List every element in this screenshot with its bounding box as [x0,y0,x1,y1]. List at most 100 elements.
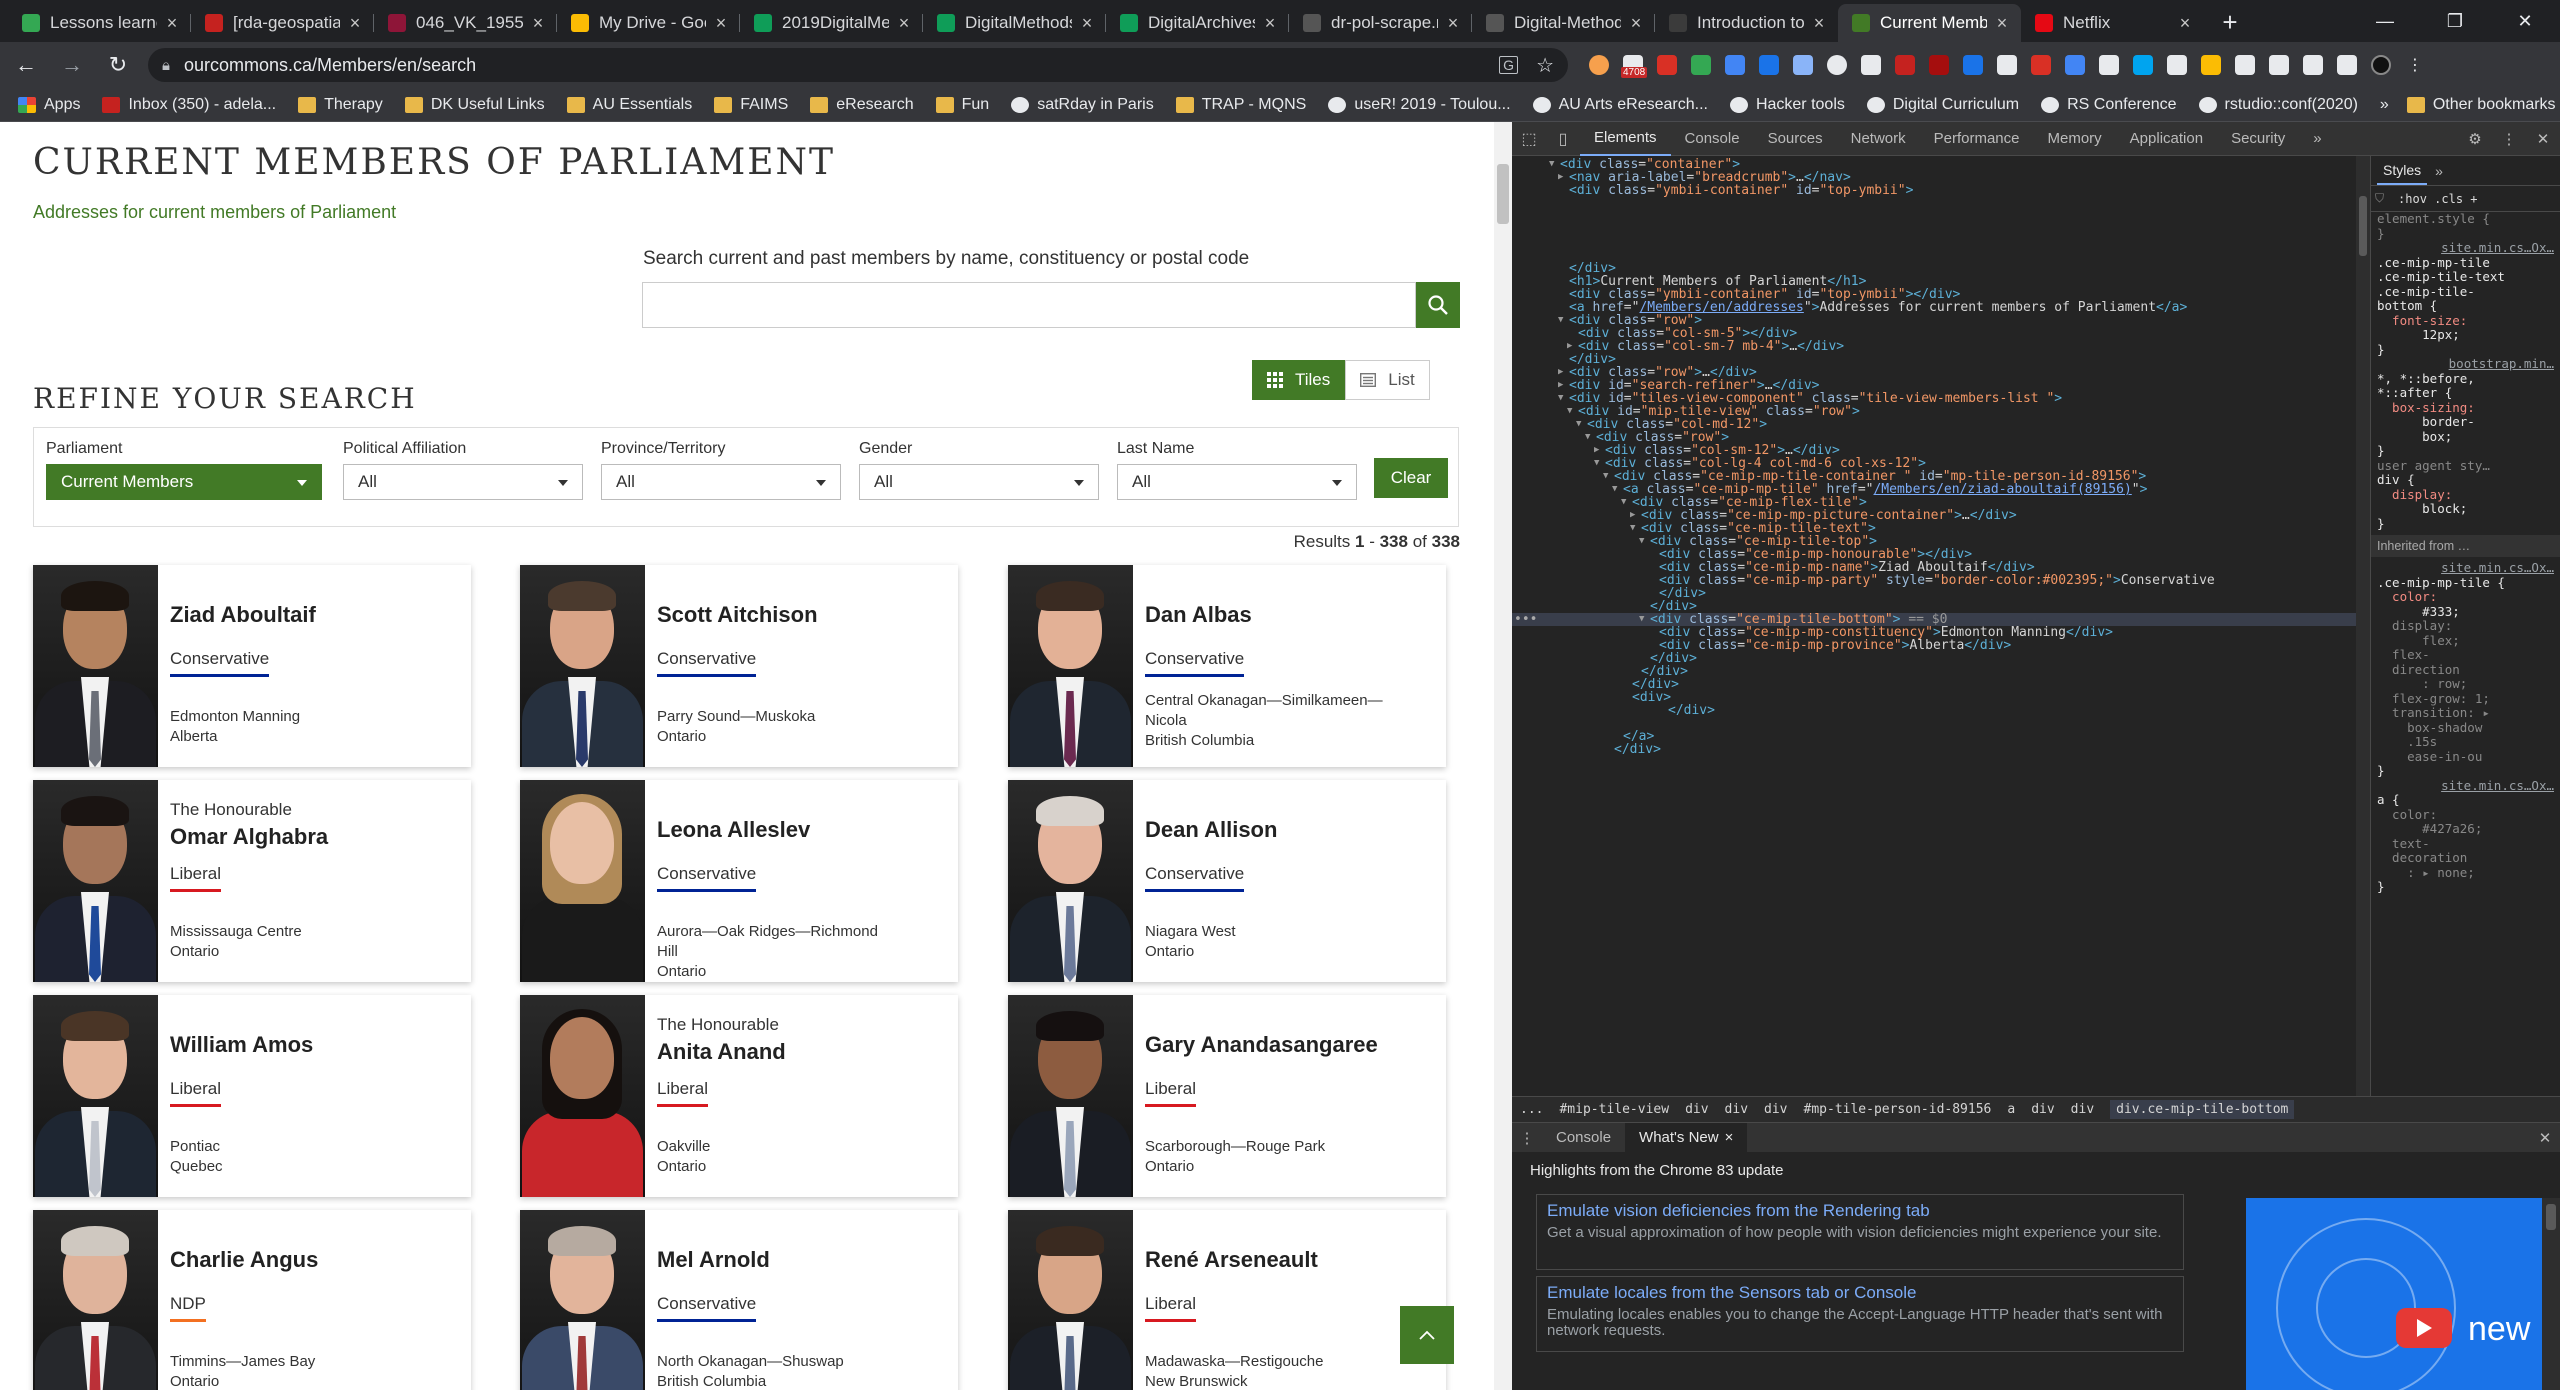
extension-icon[interactable] [1759,55,1779,75]
menu-kebab-icon[interactable]: ⋮ [2405,55,2425,75]
extension-icon[interactable] [1895,55,1915,75]
more-tabs-icon[interactable]: » [2435,163,2443,179]
dom-node-line[interactable] [1512,717,1542,730]
browser-tab[interactable]: Netflix × [2021,4,2204,42]
dom-breadcrumb-item[interactable]: div [1685,1102,1708,1117]
dom-breadcrumb-item[interactable]: a [2007,1102,2015,1117]
media-icon[interactable] [2337,55,2357,75]
whats-new-title[interactable]: Emulate vision deficiencies from the Ren… [1547,1201,2173,1221]
member-tile[interactable]: Mel Arnold Conservative North Okanagan—Shu… [520,1210,958,1390]
bookmark-item[interactable]: Fun [935,96,989,114]
dom-node-line[interactable]: <div class="ce-mip-mp-province">Alberta<… [1512,639,2011,652]
extension-icon[interactable] [1725,55,1745,75]
dom-node-line[interactable] [1512,249,1542,262]
extension-icon[interactable] [2133,55,2153,75]
back-to-top-button[interactable] [1400,1306,1454,1364]
other-bookmarks[interactable]: Other bookmarks [2406,96,2556,114]
parliament-select[interactable]: Current Members [46,464,322,500]
dom-breadcrumb-item[interactable]: #mp-tile-person-id-89156 [1804,1102,1992,1117]
whats-new-title[interactable]: Emulate locales from the Sensors tab or … [1547,1283,2173,1303]
member-tile[interactable]: William Amos Liberal Pontiac Quebec [33,995,471,1197]
gender-select[interactable]: All [859,464,1099,500]
browser-tab[interactable]: dr-pol-scrape.m × [1289,4,1472,42]
inspect-element-icon[interactable]: ⬚ [1512,122,1546,156]
devtools-tab[interactable]: Sources [1754,122,1837,156]
reload-icon[interactable]: ↻ [98,45,138,85]
bookmark-item[interactable]: Digital Curriculum [1866,96,2019,114]
search-input[interactable] [642,282,1416,328]
browser-tab[interactable]: DigitalArchives i × [1106,4,1289,42]
close-tab-icon[interactable]: × [1725,1129,1734,1146]
bookmark-item[interactable]: TRAP - MQNS [1175,96,1306,114]
close-tab-icon[interactable]: × [895,13,913,34]
member-tile[interactable]: Gary Anandasangaree Liberal Scarborough—Ro… [1008,995,1446,1197]
elements-scrollbar[interactable] [2356,156,2370,1096]
last-name-select[interactable]: All [1117,464,1357,500]
extension-icon[interactable] [1657,55,1677,75]
dom-breadcrumb-item[interactable]: div.ce-mip-tile-bottom [2110,1100,2295,1119]
close-tab-icon[interactable]: × [1444,13,1462,34]
dom-node-line[interactable]: </div> [1512,704,1715,717]
extension-icon[interactable] [1997,55,2017,75]
member-tile[interactable]: René Arseneault Liberal Madawaska—Restigou… [1008,1210,1446,1390]
extension-icon[interactable] [2031,55,2051,75]
list-view-button[interactable]: List [1345,360,1430,400]
style-rule-line[interactable]: bootstrap.min… [2371,356,2560,372]
browser-tab[interactable]: [rda-geospatial- × [191,4,374,42]
dom-breadcrumb-item[interactable]: div [2031,1102,2054,1117]
dom-node-line[interactable] [1512,197,1542,210]
bookmark-item[interactable]: satRday in Paris [1011,96,1154,114]
bookmark-item[interactable]: FAIMS [714,96,788,114]
extension-icon[interactable] [1963,55,1983,75]
extension-icon[interactable] [2167,55,2187,75]
translate-icon[interactable]: G [1499,56,1519,74]
browser-tab[interactable]: Current Membe × [1838,4,2021,42]
close-tab-icon[interactable]: × [1993,13,2011,34]
bookmark-item[interactable]: rstudio::conf(2020) [2198,96,2358,114]
bookmark-item[interactable]: AU Arts eResearch... [1532,96,1708,114]
drawer-menu-icon[interactable]: ⋮ [1512,1129,1542,1147]
extension-icon[interactable] [1861,55,1881,75]
search-button[interactable] [1416,282,1460,328]
more-tabs-icon[interactable]: » [2299,122,2335,156]
back-icon[interactable]: ← [6,45,46,85]
browser-tab[interactable]: Lessons learned × [8,4,191,42]
extension-icon[interactable] [2065,55,2085,75]
forward-icon[interactable]: → [52,45,92,85]
restore-icon[interactable]: ❐ [2420,0,2490,42]
close-devtools-icon[interactable]: ✕ [2526,130,2560,148]
dom-breadcrumb-item[interactable]: ... [1520,1102,1543,1117]
tab-console[interactable]: Console [1542,1123,1625,1153]
devtools-tab[interactable]: Security [2217,122,2299,156]
elements-tree[interactable]: ▼ <div class="container"> ▶ <nav aria-label… [1512,156,2370,1096]
dom-node-line[interactable]: <div> [1512,691,1671,704]
close-tab-icon[interactable]: × [1261,13,1279,34]
close-window-icon[interactable]: ✕ [2490,0,2560,42]
page-scrollbar[interactable] [1494,122,1512,1390]
whats-new-item[interactable]: Emulate vision deficiencies from the Ren… [1536,1194,2184,1270]
clear-button[interactable]: Clear [1374,458,1448,498]
dom-node-line[interactable]: </div> [1512,743,1661,756]
styles-filter-buttons[interactable]: :hov .cls + [2398,192,2477,206]
devtools-tab[interactable]: Elements [1580,122,1671,156]
styles-filter[interactable]: ⛉:hov .cls + [2371,186,2560,212]
addresses-link[interactable]: Addresses for current members of Parliam… [33,202,396,223]
member-tile[interactable]: Dean Allison Conservative Niagara West Onta… [1008,780,1446,982]
close-tab-icon[interactable]: × [1627,13,1645,34]
browser-tab[interactable]: Introduction to × [1655,4,1838,42]
pdf-extension-icon[interactable] [1929,55,1949,75]
menu-kebab-icon[interactable]: ⋮ [2492,130,2526,148]
extension-icon[interactable] [1589,55,1609,75]
member-tile[interactable]: Charlie Angus NDP Timmins—James Bay Ontario [33,1210,471,1390]
extension-icon[interactable] [2235,55,2255,75]
close-tab-icon[interactable]: × [712,13,730,34]
style-rule-line[interactable]: site.min.cs…Ox… [2371,560,2560,576]
bookmark-item[interactable]: eResearch [810,96,914,114]
browser-tab[interactable]: Digital-Methods × [1472,4,1655,42]
dom-node-line[interactable]: ▶ <div class="col-sm-7 mb-4">…</div> [1512,340,1844,353]
devtools-tab[interactable]: Performance [1920,122,2034,156]
browser-tab[interactable]: 046_VK_1955-12 × [374,4,557,42]
browser-tab[interactable]: DigitalMethodsS × [923,4,1106,42]
bookmark-star-icon[interactable]: ☆ [1536,53,1554,78]
bookmark-item[interactable]: DK Useful Links [404,96,545,114]
